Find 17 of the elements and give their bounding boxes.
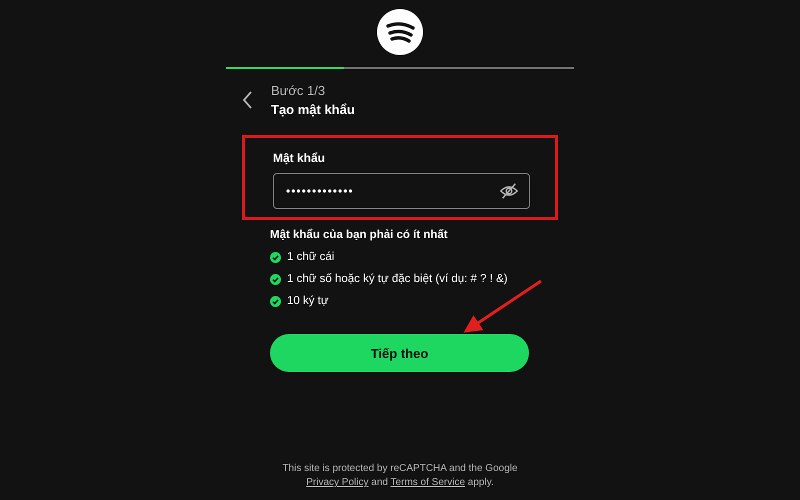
password-field[interactable]: ••••••••••••• [273,173,530,209]
footer-note: This site is protected by reCAPTCHA and the Google Privacy Policy and Terms of Service apply. [281,462,519,490]
next-button[interactable]: Tiếp theo [270,334,529,372]
terms-of-service-link[interactable]: Terms of Service [390,477,466,488]
requirement-text: 10 ký tự [287,295,329,307]
step-label: Bước 1/3 [271,83,326,98]
back-button[interactable] [242,90,254,110]
field-label: Mật khẩu [273,151,326,165]
requirement-text: 1 chữ số hoặc ký tự đặc biệt (ví dụ: # ? ! &) [287,273,508,285]
page-title: Tạo mật khẩu [271,102,355,117]
logo-icon [377,9,423,55]
requirement-text: 1 chữ cái [287,251,334,263]
privacy-policy-link[interactable]: Privacy Policy [306,477,368,488]
password-value: ••••••••••••• [286,184,355,198]
hidden-eye-icon [499,181,519,201]
chevron-icon [242,90,253,110]
requirements-title: Mật khẩu của bạn phải có ít nhất [270,229,449,241]
